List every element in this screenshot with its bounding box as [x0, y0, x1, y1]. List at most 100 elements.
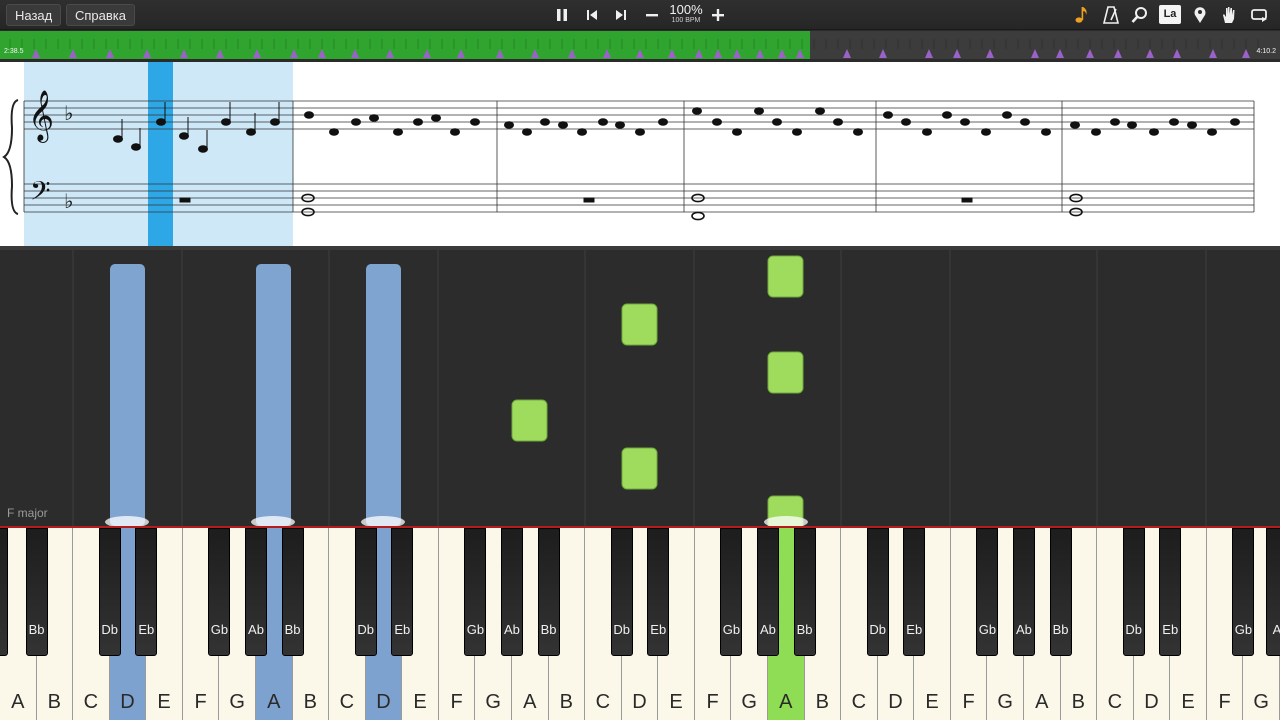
white-key-label: C	[339, 691, 355, 713]
black-key[interactable]: Ab	[244, 528, 267, 656]
black-key-label: Ab	[504, 622, 520, 637]
bookmark-marker	[69, 49, 77, 58]
white-key-label: A	[11, 691, 25, 713]
black-key[interactable]: Eb	[903, 528, 926, 656]
white-key-label: E	[1181, 691, 1195, 713]
black-key-label: Ab	[760, 622, 776, 637]
elapsed-time: 2:38.5	[4, 48, 24, 55]
black-key[interactable]: Bb	[793, 528, 816, 656]
loop-icon[interactable]	[1248, 4, 1270, 26]
bookmark-marker	[636, 49, 644, 58]
black-key-label: Bb	[1052, 622, 1069, 637]
marker-icon[interactable]	[1189, 4, 1211, 26]
bookmark-marker	[778, 49, 786, 58]
black-key[interactable]: Db	[866, 528, 889, 656]
bookmark-marker	[925, 49, 933, 58]
left-hand-note	[110, 264, 145, 526]
black-key[interactable]: Gb	[464, 528, 487, 656]
black-key-label: Eb	[138, 622, 155, 637]
black-key[interactable]: Eb	[135, 528, 158, 656]
black-key-label: Db	[1125, 622, 1142, 637]
black-key[interactable]: Bb	[25, 528, 48, 656]
white-key-label: G	[997, 691, 1013, 713]
black-key[interactable]: Ab	[500, 528, 523, 656]
black-key-label: A	[1272, 622, 1280, 637]
black-key[interactable]: Gb	[976, 528, 999, 656]
bookmark-marker	[1242, 49, 1250, 58]
brace	[2, 99, 19, 215]
white-key-label: E	[157, 691, 171, 713]
white-key-label: D	[632, 691, 647, 713]
bookmark-marker	[496, 49, 504, 58]
svg-text:♭: ♭	[64, 101, 73, 125]
black-key[interactable]: Db	[98, 528, 121, 656]
bookmark-marker	[457, 49, 465, 58]
bookmark-marker	[1114, 49, 1122, 58]
metronome-icon[interactable]	[1100, 4, 1122, 26]
black-key[interactable]: Db	[610, 528, 633, 656]
bass-clef-icon: 𝄢	[30, 175, 51, 213]
plus-icon[interactable]	[707, 4, 729, 26]
piano-keyboard[interactable]: ABCDEFGABCDEFGABCDEFGABCDEFGABCDEFGbBbDb…	[0, 526, 1280, 720]
white-key-label: G	[485, 691, 501, 713]
black-key[interactable]: Ab	[756, 528, 779, 656]
white-key-label: C	[83, 691, 99, 713]
black-key[interactable]: Eb	[391, 528, 414, 656]
black-key[interactable]: Eb	[647, 528, 670, 656]
right-hand-note	[621, 303, 658, 346]
white-key-label: C	[595, 691, 611, 713]
bookmark-marker	[695, 49, 703, 58]
black-key[interactable]: Eb	[1159, 528, 1182, 656]
skip-back-icon[interactable]	[581, 4, 603, 26]
note-icon[interactable]	[1071, 4, 1093, 26]
black-key[interactable]: Gb	[208, 528, 231, 656]
white-key-label: B	[47, 691, 62, 713]
white-key-label: A	[1035, 691, 1049, 713]
minus-icon[interactable]	[641, 4, 663, 26]
white-key-label: F	[962, 691, 975, 713]
white-key-label: D	[1144, 691, 1159, 713]
black-key-label: Db	[613, 622, 630, 637]
back-button[interactable]: Назад	[6, 4, 62, 26]
black-key-label: Bb	[28, 622, 45, 637]
bookmark-marker	[1086, 49, 1094, 58]
black-key[interactable]: Gb	[1232, 528, 1255, 656]
black-key[interactable]: Bb	[281, 528, 304, 656]
black-key[interactable]: Gb	[720, 528, 743, 656]
bookmark-marker	[1173, 49, 1181, 58]
black-key[interactable]: Db	[1122, 528, 1145, 656]
black-key[interactable]: A	[1266, 528, 1280, 656]
help-button[interactable]: Справка	[66, 4, 135, 26]
lyrics-toggle[interactable]: La	[1159, 5, 1181, 24]
pause-icon[interactable]	[551, 4, 573, 26]
white-key-label: B	[815, 691, 829, 713]
tempo-bpm: 100 BPM	[671, 17, 701, 24]
bookmark-marker	[290, 49, 298, 58]
white-key-label: C	[851, 691, 867, 713]
skip-forward-icon[interactable]	[610, 4, 632, 26]
black-key-label: Bb	[796, 622, 813, 637]
white-key-label: E	[669, 691, 683, 713]
bookmark-marker	[531, 49, 539, 58]
magnifier-icon[interactable]	[1129, 4, 1151, 26]
toolbar: Назад Справка 100% 100 BPM La	[0, 0, 1280, 30]
right-hand-note	[511, 399, 548, 442]
black-key-label: Ab	[248, 622, 264, 637]
black-key[interactable]: Bb	[1049, 528, 1072, 656]
tempo-percent: 100%	[669, 2, 703, 17]
black-key[interactable]: Db	[354, 528, 377, 656]
falling-notes-area: F major	[0, 246, 1280, 530]
black-key[interactable]: b	[0, 528, 8, 656]
black-key[interactable]: Bb	[537, 528, 560, 656]
key-signature-label: F major	[7, 506, 48, 520]
bookmark-marker	[216, 49, 224, 58]
sheet-music[interactable]: 𝄞 ♭ 𝄢 ♭	[0, 62, 1280, 246]
bookmark-marker	[423, 49, 431, 58]
white-key-label: B	[303, 691, 317, 713]
black-key[interactable]: Ab	[1012, 528, 1035, 656]
synthesia-window: Назад Справка 100% 100 BPM La 2:38.5 4:1…	[0, 0, 1280, 720]
song-progress-bar[interactable]: 2:38.5 4:10.2	[0, 31, 1280, 59]
white-key-label: G	[1253, 691, 1269, 713]
bookmark-marker	[386, 49, 394, 58]
hand-icon[interactable]	[1218, 4, 1240, 26]
